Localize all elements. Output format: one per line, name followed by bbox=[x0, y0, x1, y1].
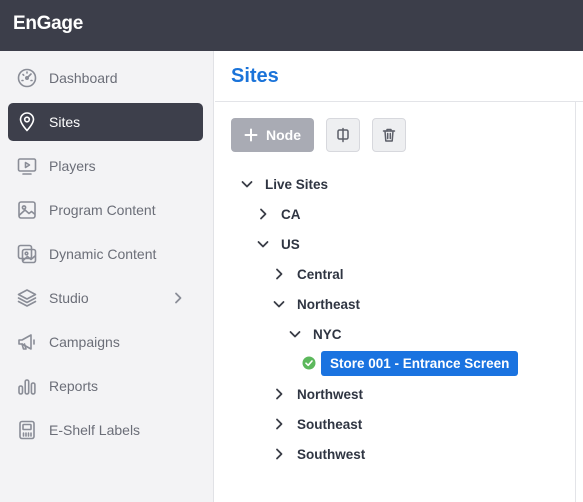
plus-icon bbox=[244, 128, 258, 142]
sidebar-item-studio[interactable]: Studio bbox=[8, 279, 203, 317]
sidebar-item-sites[interactable]: Sites bbox=[8, 103, 203, 141]
sidebar-item-reports[interactable]: Reports bbox=[8, 367, 203, 405]
tree-node-us[interactable]: US bbox=[256, 232, 300, 256]
add-node-button[interactable]: Node bbox=[231, 118, 314, 152]
chevron-down-icon[interactable] bbox=[288, 327, 302, 341]
sidebar-item-label: Reports bbox=[49, 378, 99, 394]
tree-node-label: Northwest bbox=[297, 386, 364, 402]
tree-node-label: CA bbox=[281, 206, 301, 222]
sidebar-item-label: Program Content bbox=[49, 202, 156, 218]
tree-node-nyc[interactable]: NYC bbox=[288, 322, 342, 346]
sidebar-item-label: Dashboard bbox=[49, 70, 118, 86]
chevron-right-icon[interactable] bbox=[171, 291, 185, 305]
layers-icon bbox=[16, 287, 38, 309]
brand-logo[interactable]: EnGage bbox=[13, 13, 83, 35]
divider bbox=[215, 101, 583, 102]
player-icon bbox=[16, 155, 38, 177]
chevron-down-icon[interactable] bbox=[256, 237, 270, 251]
add-node-label: Node bbox=[266, 127, 301, 143]
tree-node-label: Live Sites bbox=[265, 176, 329, 192]
sidebar-item-label: Players bbox=[49, 158, 96, 174]
tree-node-label-selected[interactable]: Store 001 - Entrance Screen bbox=[321, 350, 519, 376]
tree-node-label: US bbox=[281, 236, 300, 252]
sidebar-item-dashboard[interactable]: Dashboard bbox=[8, 59, 203, 97]
tree-node-label: NYC bbox=[313, 326, 342, 342]
tree-node-label: Central bbox=[297, 266, 344, 282]
page-title: Sites bbox=[231, 65, 279, 87]
trash-icon bbox=[381, 127, 397, 143]
status-check-icon bbox=[302, 356, 316, 370]
tree-node-northwest[interactable]: Northwest bbox=[272, 382, 363, 406]
chevron-down-icon[interactable] bbox=[240, 177, 254, 191]
dynamic-image-icon bbox=[16, 243, 38, 265]
tree-node-northeast[interactable]: Northeast bbox=[272, 292, 360, 316]
chevron-right-icon[interactable] bbox=[272, 267, 286, 281]
chevron-right-icon[interactable] bbox=[272, 417, 286, 431]
sidebar-item-label: Studio bbox=[49, 290, 89, 306]
sidebar-item-label: Campaigns bbox=[49, 334, 120, 350]
tree-node-label: Northeast bbox=[297, 296, 361, 312]
split-button[interactable] bbox=[326, 118, 360, 152]
sidebar-item-label: Dynamic Content bbox=[49, 246, 157, 262]
dashboard-icon bbox=[16, 67, 38, 89]
chevron-right-icon[interactable] bbox=[272, 387, 286, 401]
tree-node-southeast[interactable]: Southeast bbox=[272, 412, 362, 436]
megaphone-icon bbox=[16, 331, 38, 353]
chevron-down-icon[interactable] bbox=[272, 297, 286, 311]
sidebar-item-players[interactable]: Players bbox=[8, 147, 203, 185]
sidebar-item-dynamic-content[interactable]: Dynamic Content bbox=[8, 235, 203, 273]
panel-divider bbox=[575, 102, 576, 502]
sidebar-item-campaigns[interactable]: Campaigns bbox=[8, 323, 203, 361]
bar-chart-icon bbox=[16, 375, 38, 397]
sidebar-item-program-content[interactable]: Program Content bbox=[8, 191, 203, 229]
sidebar-item-label: E-Shelf Labels bbox=[49, 422, 141, 438]
top-bar: EnGage bbox=[0, 0, 583, 51]
location-pin-icon bbox=[16, 111, 38, 133]
tree-node-store-001[interactable]: Store 001 - Entrance Screen bbox=[302, 350, 519, 376]
shelf-label-icon bbox=[16, 419, 38, 441]
sidebar-item-label: Sites bbox=[49, 114, 81, 130]
sidebar-item-e-shelf-labels[interactable]: E-Shelf Labels bbox=[8, 411, 203, 449]
tree-node-label: Southeast bbox=[297, 416, 363, 432]
chevron-right-icon[interactable] bbox=[256, 207, 270, 221]
tree-node-ca[interactable]: CA bbox=[256, 202, 301, 226]
chevron-right-icon[interactable] bbox=[272, 447, 286, 461]
sidebar: Dashboard Sites Players Program Content … bbox=[0, 51, 214, 502]
image-icon bbox=[16, 199, 38, 221]
split-icon bbox=[335, 127, 351, 143]
tree-node-live-sites[interactable]: Live Sites bbox=[240, 172, 328, 196]
delete-button[interactable] bbox=[372, 118, 406, 152]
tree-node-central[interactable]: Central bbox=[272, 262, 344, 286]
main-panel: Sites Node Live Sites CA US Central Nort… bbox=[215, 51, 583, 502]
tree-node-label: Southwest bbox=[297, 446, 366, 462]
tree-node-southwest[interactable]: Southwest bbox=[272, 442, 365, 466]
